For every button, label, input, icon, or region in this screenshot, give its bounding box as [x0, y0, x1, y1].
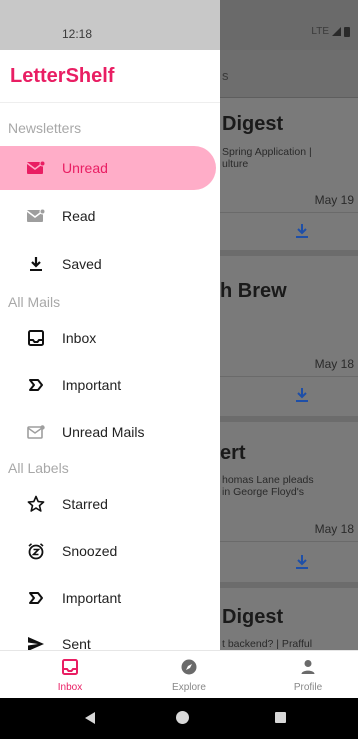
drawer-item-saved[interactable]: Saved: [0, 242, 216, 286]
card-subtitle-line: in George Floyd's: [222, 486, 304, 498]
drawer-item-label: Read: [62, 208, 96, 224]
card-separator: [220, 582, 358, 588]
drawer-divider: [0, 102, 220, 103]
important-icon: [26, 375, 46, 395]
status-bar-left: 12:18: [0, 0, 220, 50]
snooze-icon: [26, 541, 46, 561]
drawer-item-unread-mails[interactable]: Unread Mails: [0, 410, 216, 454]
network-type: LTE: [311, 26, 329, 37]
section-header-newsletters: Newsletters: [8, 120, 82, 136]
status-icons: LTE: [311, 26, 350, 37]
card-subtitle-line: Spring Application |: [222, 146, 312, 158]
compass-icon: [181, 659, 197, 675]
star-icon: [26, 494, 46, 514]
drawer-item-important[interactable]: Important: [0, 363, 216, 407]
drawer-item-read[interactable]: Read: [0, 194, 216, 238]
back-icon[interactable]: [85, 712, 95, 724]
bottom-nav-label: Explore: [172, 682, 206, 693]
card-divider: [220, 212, 358, 213]
status-bar-right: LTE: [220, 0, 358, 50]
card-subtitle-line: ulture: [222, 158, 249, 170]
card-title: h Brew: [220, 280, 287, 302]
inbox-icon: [26, 328, 46, 348]
drawer-item-label: Unread: [62, 160, 108, 176]
card-title: Digest: [222, 606, 284, 628]
home-icon[interactable]: [176, 711, 189, 724]
background-app-scrim[interactable]: s Digest Spring Application | ulture May…: [220, 50, 358, 650]
drawer-item-inbox[interactable]: Inbox: [0, 316, 216, 360]
section-header-all-labels: All Labels: [8, 460, 69, 476]
drawer-item-label: Sent: [62, 636, 91, 650]
drawer-item-important-label[interactable]: Important: [0, 576, 216, 620]
download-icon: [295, 554, 309, 570]
navigation-drawer: LetterShelf Newsletters Unread Read Save…: [0, 50, 220, 650]
card-date: May 19: [314, 193, 354, 207]
bottom-nav-label: Profile: [293, 682, 323, 693]
drawer-item-unread[interactable]: Unread: [0, 146, 216, 190]
card-title: ert: [220, 442, 246, 464]
bottom-nav-inbox[interactable]: Inbox: [20, 651, 120, 699]
section-header-all-mails: All Mails: [8, 294, 61, 310]
mail-unread-icon: [26, 158, 46, 178]
background-topbar: s: [220, 50, 358, 98]
download-icon: [26, 254, 46, 274]
card-title: Digest: [222, 113, 284, 135]
drawer-item-label: Important: [62, 377, 122, 393]
unread-mail-icon: [26, 422, 46, 442]
bottom-nav-explore[interactable]: Explore: [139, 651, 239, 699]
status-bar: 12:18 LTE: [0, 0, 358, 50]
send-icon: [26, 634, 46, 650]
person-icon: [300, 659, 316, 675]
card-separator: [220, 416, 358, 422]
download-icon: [295, 387, 309, 403]
download-icon: [295, 223, 309, 239]
system-navigation-bar: [0, 698, 358, 739]
card-date: May 18: [314, 522, 354, 536]
drawer-item-label: Important: [62, 590, 122, 606]
drawer-item-label: Snoozed: [62, 543, 118, 559]
recent-apps-icon[interactable]: [275, 712, 286, 723]
mail-read-icon: [26, 206, 46, 226]
battery-icon: [344, 26, 350, 37]
drawer-item-label: Saved: [62, 256, 102, 272]
important-icon: [26, 588, 46, 608]
app-title: LetterShelf: [10, 65, 115, 87]
card-subtitle-line: homas Lane pleads: [222, 474, 314, 486]
inbox-icon: [62, 659, 78, 675]
drawer-item-snoozed[interactable]: Snoozed: [0, 529, 216, 573]
drawer-item-starred[interactable]: Starred: [0, 482, 216, 526]
bottom-nav-profile[interactable]: Profile: [258, 651, 358, 699]
drawer-item-label: Unread Mails: [62, 424, 145, 440]
card-divider: [220, 541, 358, 542]
drawer-item-label: Starred: [62, 496, 108, 512]
bottom-navigation: Inbox Explore Profile: [0, 650, 358, 698]
signal-icon: [332, 27, 341, 36]
card-date: May 18: [314, 357, 354, 371]
bottom-nav-label: Inbox: [57, 682, 83, 693]
drawer-item-label: Inbox: [62, 330, 97, 346]
card-divider: [220, 376, 358, 377]
background-topbar-title: s: [222, 68, 229, 83]
drawer-item-sent[interactable]: Sent: [0, 622, 216, 650]
card-separator: [220, 250, 358, 256]
status-time: 12:18: [62, 27, 93, 41]
card-subtitle-line: t backend? | Prafful: [222, 638, 313, 650]
